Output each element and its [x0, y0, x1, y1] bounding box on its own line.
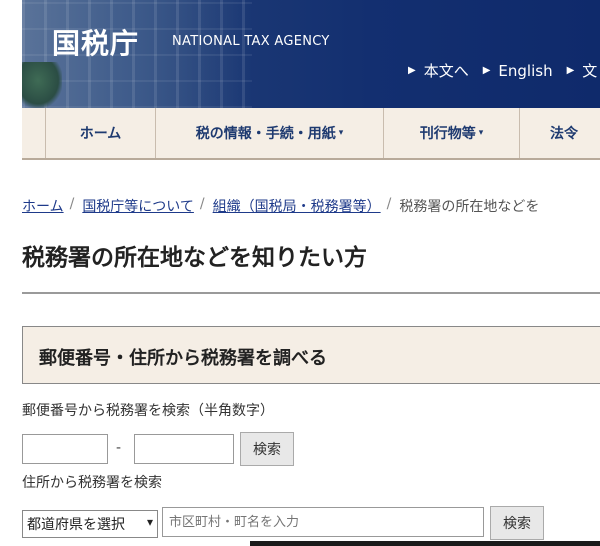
breadcrumb-about[interactable]: 国税庁等について — [82, 196, 194, 216]
nav-item-tax-info[interactable]: 税の情報・手続・用紙 ▾ — [156, 108, 384, 158]
postal-code-first-input[interactable] — [22, 434, 108, 464]
nav-item-laws[interactable]: 法令 — [520, 108, 600, 158]
postal-code-second-input[interactable] — [134, 434, 234, 464]
breadcrumb-separator: / — [69, 196, 75, 212]
breadcrumb-separator: / — [386, 196, 392, 212]
header-tree-photo — [22, 62, 62, 108]
english-link[interactable]: ▶ English — [483, 60, 553, 81]
breadcrumb-current: 税務署の所在地などを — [399, 199, 540, 215]
breadcrumb-home[interactable]: ホーム — [22, 196, 64, 216]
triangle-right-icon: ▶ — [566, 65, 575, 76]
nav-item-publications[interactable]: 刊行物等 ▾ — [384, 108, 520, 158]
section-heading-box: 郵便番号・住所から税務署を調べる — [22, 326, 600, 384]
skip-to-content-link[interactable]: ▶ 本文へ — [408, 60, 469, 81]
breadcrumb-organization[interactable]: 組織（国税局・税務署等） — [213, 196, 381, 216]
title-divider — [22, 292, 600, 294]
address-search-label: 住所から税務署を検索 — [22, 475, 162, 491]
page-title: 税務署の所在地などを知りたい方 — [22, 245, 367, 271]
caret-down-icon: ▾ — [478, 128, 484, 138]
nav-item-home[interactable]: ホーム — [46, 108, 156, 158]
site-logo[interactable]: 国税庁 — [52, 22, 139, 62]
prefecture-select[interactable]: 都道府県を選択 ▾ — [22, 510, 158, 538]
city-input[interactable] — [162, 507, 484, 537]
site-logo-english: NATIONAL TAX AGENCY — [172, 34, 330, 49]
breadcrumb-separator: / — [199, 196, 205, 212]
global-nav: ホーム 税の情報・手続・用紙 ▾ 刊行物等 ▾ 法令 — [22, 108, 600, 160]
caret-down-icon: ▾ — [338, 128, 344, 138]
bottom-edge-strip — [250, 541, 600, 546]
breadcrumb: ホーム / 国税庁等について / 組織（国税局・税務署等） / 税務署の所在地な… — [22, 196, 539, 216]
postal-search-button[interactable]: 検索 — [240, 432, 294, 466]
address-search-button[interactable]: 検索 — [490, 506, 544, 540]
text-size-link[interactable]: ▶ 文 — [567, 60, 598, 81]
triangle-right-icon: ▶ — [482, 65, 491, 76]
postal-dash: - — [116, 440, 122, 456]
site-header: 国税庁 NATIONAL TAX AGENCY ▶ 本文へ ▶ English … — [22, 0, 600, 108]
postal-search-label: 郵便番号から税務署を検索（半角数字） — [22, 403, 274, 419]
utility-links: ▶ 本文へ ▶ English ▶ 文 — [408, 60, 597, 81]
chevron-down-icon: ▾ — [146, 515, 153, 529]
triangle-right-icon: ▶ — [408, 65, 416, 76]
nav-spacer — [22, 108, 46, 158]
section-heading: 郵便番号・住所から税務署を調べる — [39, 348, 327, 369]
